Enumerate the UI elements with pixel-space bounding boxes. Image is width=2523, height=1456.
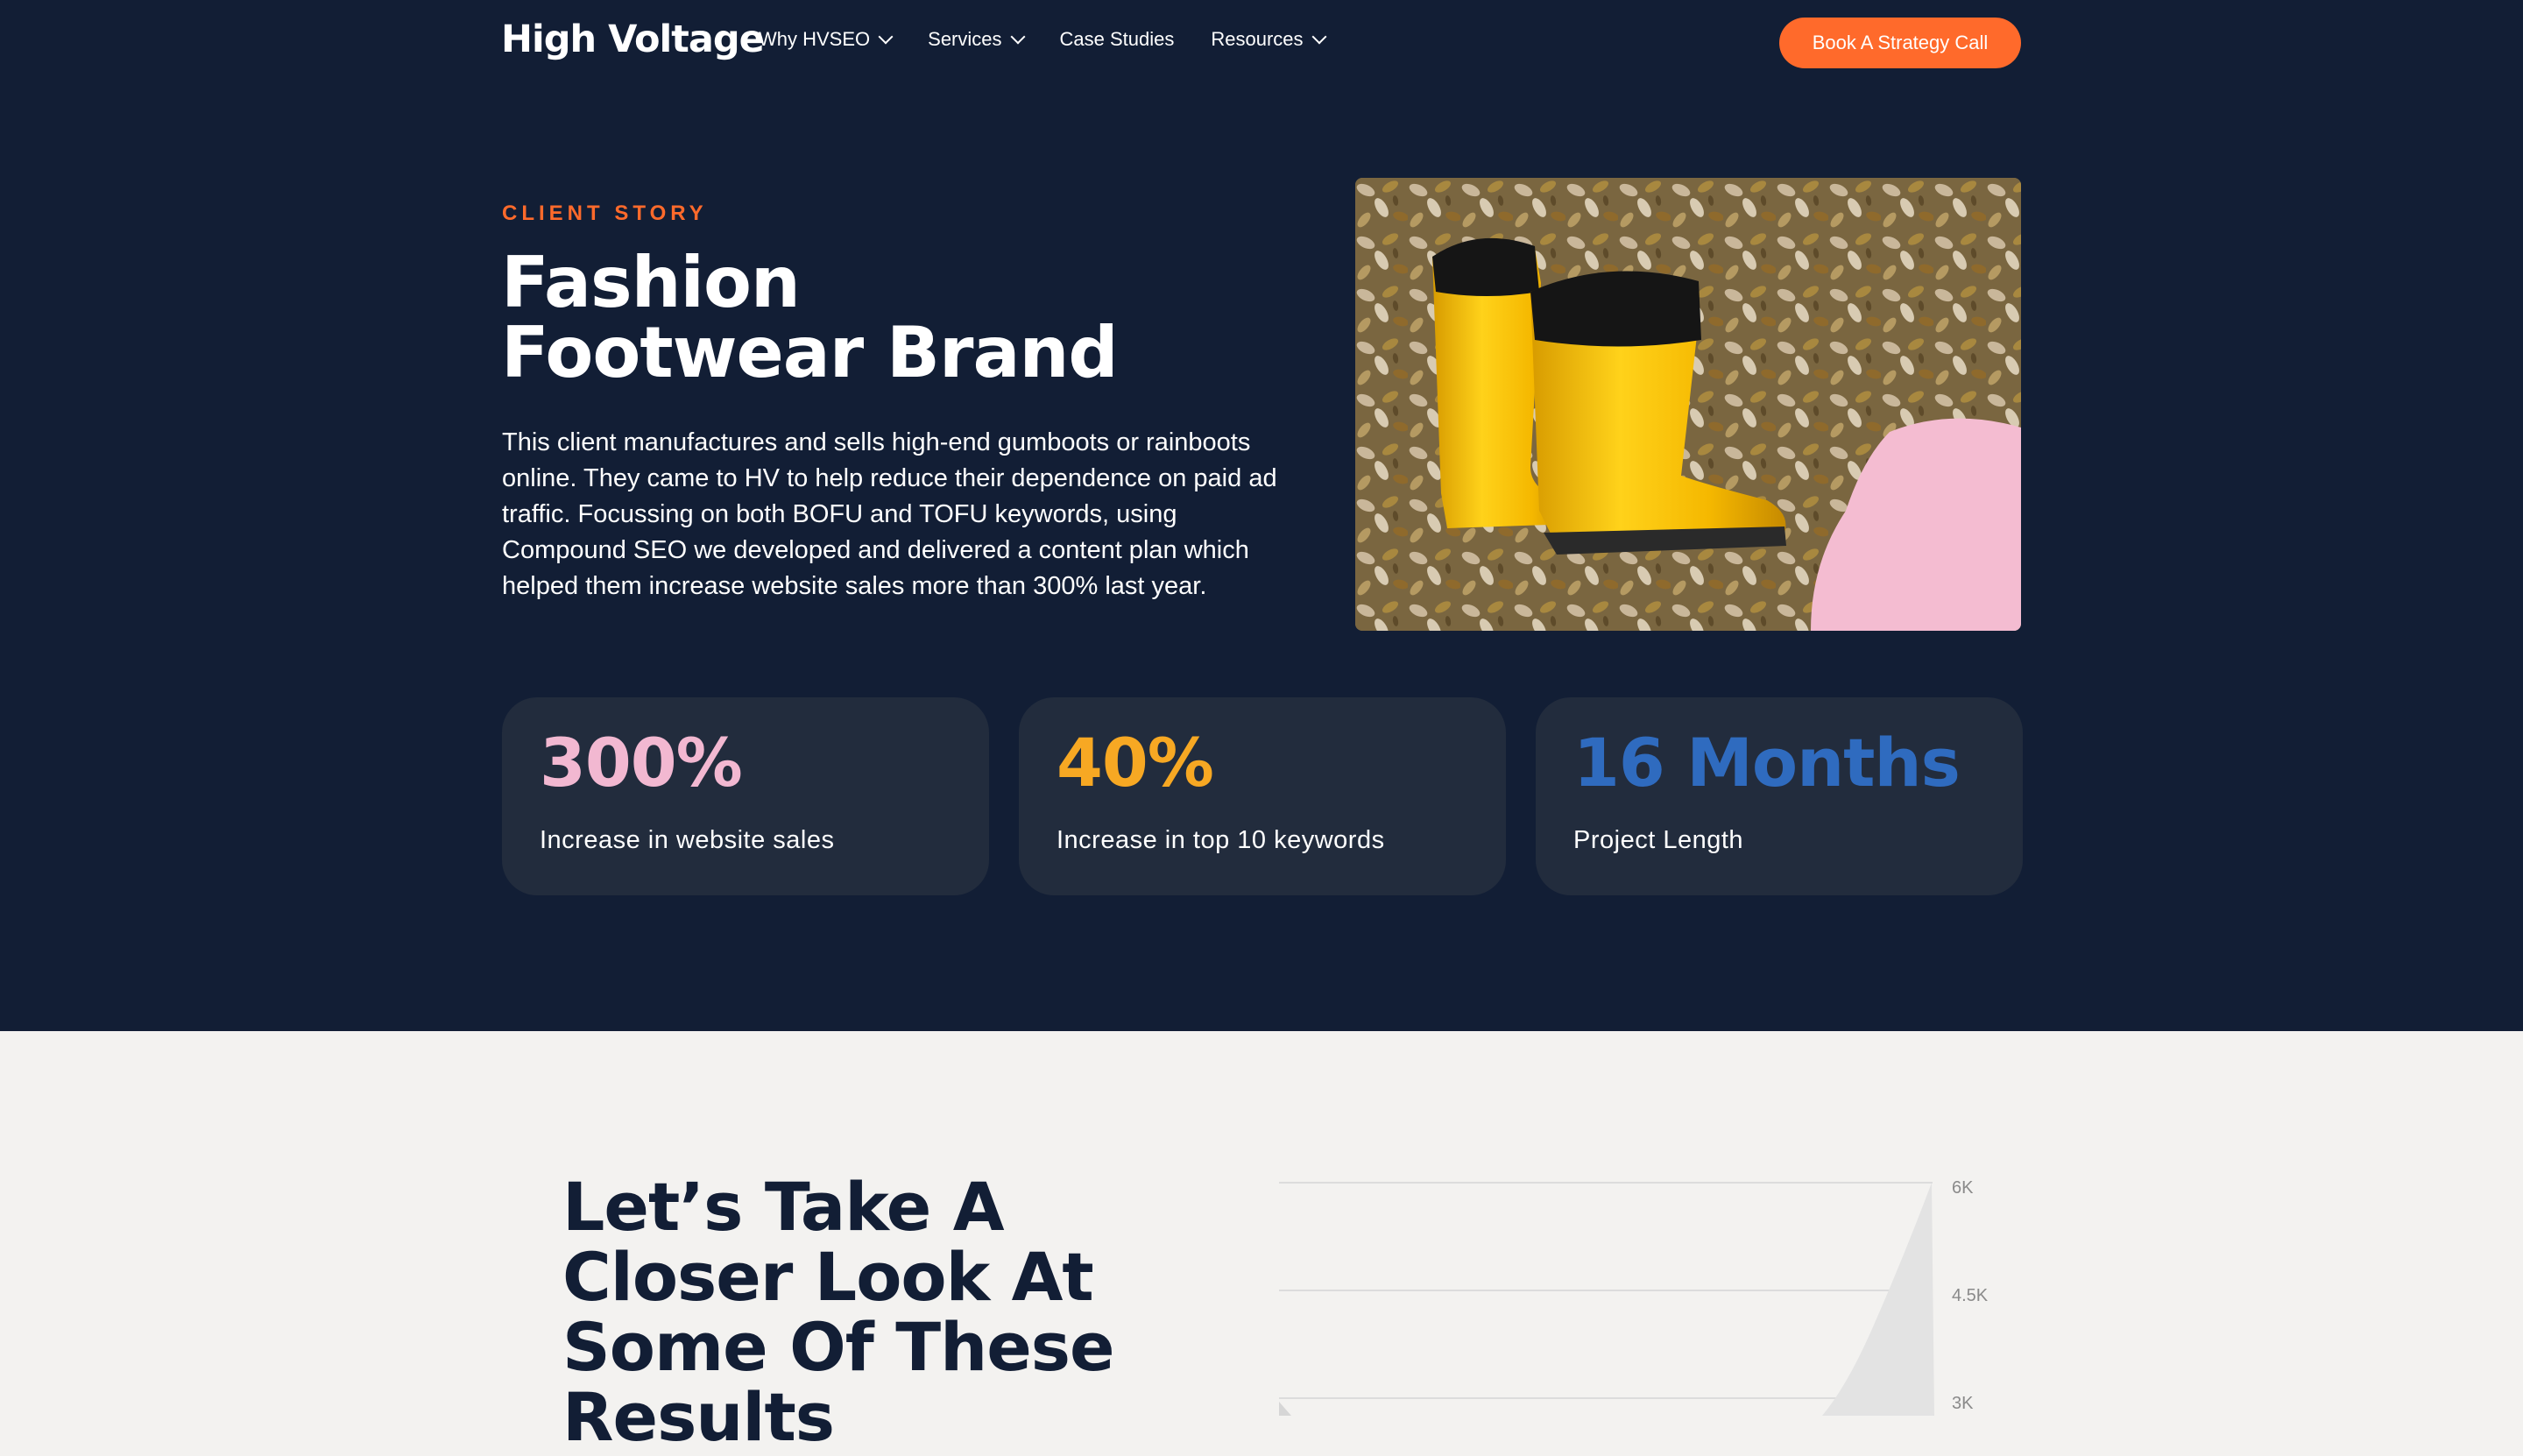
book-strategy-call-button[interactable]: Book A Strategy Call [1779,18,2021,68]
area-series [1822,1183,1934,1416]
nav-item-label: Resources [1211,28,1304,50]
stat-value: 40% [1057,724,1214,802]
y-tick-label: 4.5K [1952,1286,1989,1305]
nav-item-services[interactable]: Services [928,28,1025,51]
stat-label: Increase in top 10 keywords [1057,826,1385,854]
stat-value: 16 Months [1573,724,1961,802]
nav-item-label: Services [928,28,1002,50]
chevron-down-icon [1311,29,1327,45]
y-tick-label: 6K [1952,1178,1974,1198]
stat-card-keywords: 40% Increase in top 10 keywords [1019,697,1506,895]
nav-item-label: Why HVSEO [759,28,871,50]
page-title: Fashion Footwear Brand [501,242,1119,393]
results-chart: 6K 4.5K 3K [1279,1174,1997,1416]
area-series-left-edge [1279,1402,1291,1416]
y-tick-label: 3K [1952,1394,1974,1413]
results-heading: Let’s Take A Closer Look At Some Of Thes… [562,1168,1115,1456]
nav-item-why-hvseo[interactable]: Why HVSEO [759,28,894,51]
stats-row: 300% Increase in website sales 40% Incre… [502,697,2023,895]
nav-item-resources[interactable]: Resources [1211,28,1327,51]
main-menu: Why HVSEO Services Case Studies Resource… [759,28,1327,51]
hero-section: High Voltage Why HVSEO Services Case Stu… [0,0,2523,1031]
stat-value: 300% [540,724,743,802]
stat-label: Project Length [1573,826,1744,854]
hero-description: This client manufactures and sells high-… [502,428,1277,600]
stat-label: Increase in website sales [540,826,835,854]
site-logo[interactable]: High Voltage [501,18,765,61]
chevron-down-icon [878,29,894,45]
stat-card-project-length: 16 Months Project Length [1536,697,2023,895]
chevron-down-icon [1010,29,1025,45]
rain-boots-image [1355,178,2021,631]
stat-card-sales: 300% Increase in website sales [502,697,989,895]
nav-item-case-studies[interactable]: Case Studies [1060,28,1175,51]
nav-item-label: Case Studies [1059,28,1175,50]
top-navigation: High Voltage Why HVSEO Services Case Stu… [0,0,2523,84]
client-story-eyebrow: CLIENT STORY [502,201,708,225]
